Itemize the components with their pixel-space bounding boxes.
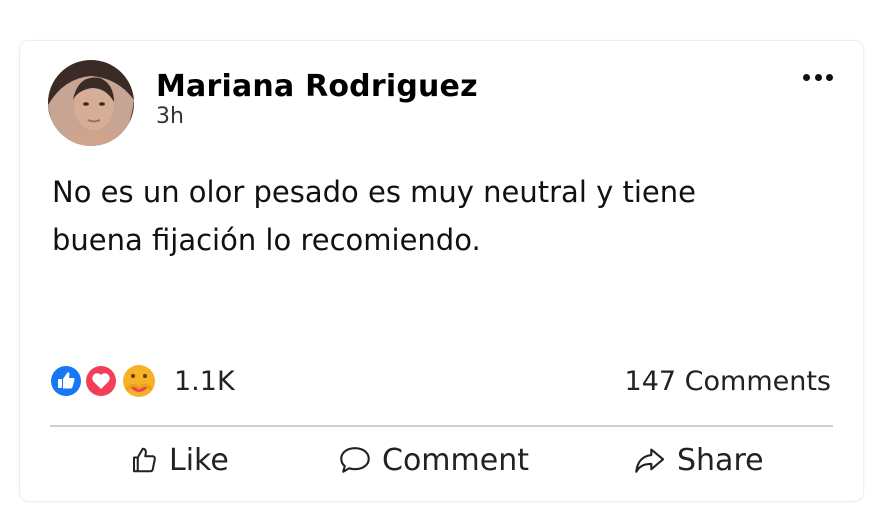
dot (814, 73, 822, 81)
more-options-icon[interactable] (803, 70, 833, 84)
share-button[interactable]: Share (633, 438, 764, 482)
care-icon (123, 365, 155, 397)
love-icon (84, 364, 118, 398)
like-icon (49, 364, 83, 398)
thumbs-up-icon (133, 447, 156, 473)
avatar-image (48, 60, 134, 146)
post-timestamp[interactable]: 3h (156, 104, 184, 129)
post-card (19, 40, 864, 502)
like-button[interactable]: Like (129, 438, 229, 482)
comment-bubble-icon (340, 447, 370, 473)
dot (803, 73, 810, 81)
reaction-count[interactable]: 1.1K (174, 366, 235, 397)
reaction-icons-svg (49, 364, 155, 398)
avatar[interactable] (48, 60, 134, 146)
dot (826, 73, 833, 81)
like-label: Like (169, 442, 229, 478)
share-arrow-icon (635, 448, 665, 473)
comment-label: Comment (382, 442, 529, 478)
reaction-icons[interactable] (49, 364, 159, 398)
divider (50, 425, 833, 427)
post-text: No es un olor pesado es muy neutral y ti… (52, 175, 696, 257)
share-label: Share (677, 442, 764, 478)
comment-button[interactable]: Comment (338, 438, 529, 482)
author-name[interactable]: Mariana Rodriguez (156, 69, 478, 104)
comments-count[interactable]: 147 Comments (625, 366, 831, 397)
